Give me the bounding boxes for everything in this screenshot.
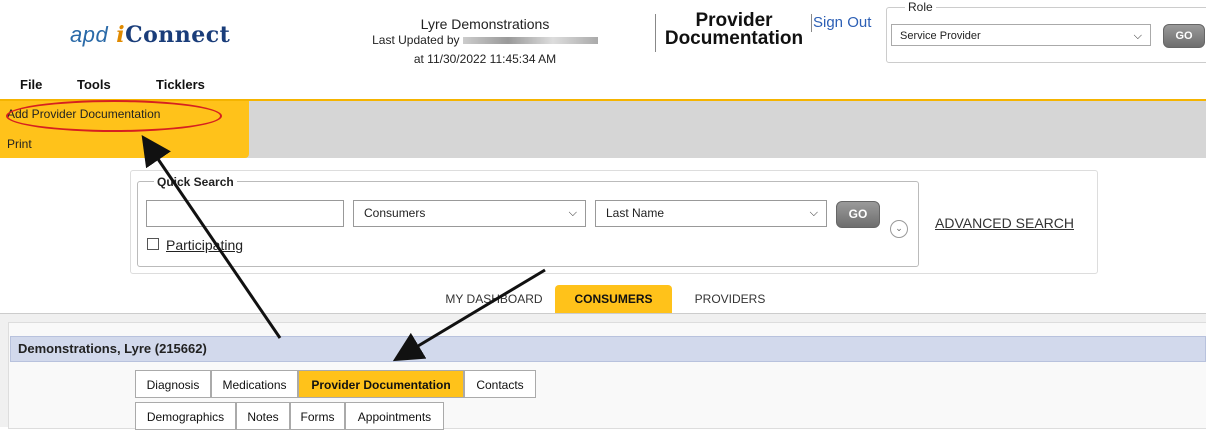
annotation-arrow-to-add: [141, 135, 282, 339]
annotation-arrows: [141, 135, 546, 362]
annotation-arrow-to-tab: [392, 268, 546, 362]
